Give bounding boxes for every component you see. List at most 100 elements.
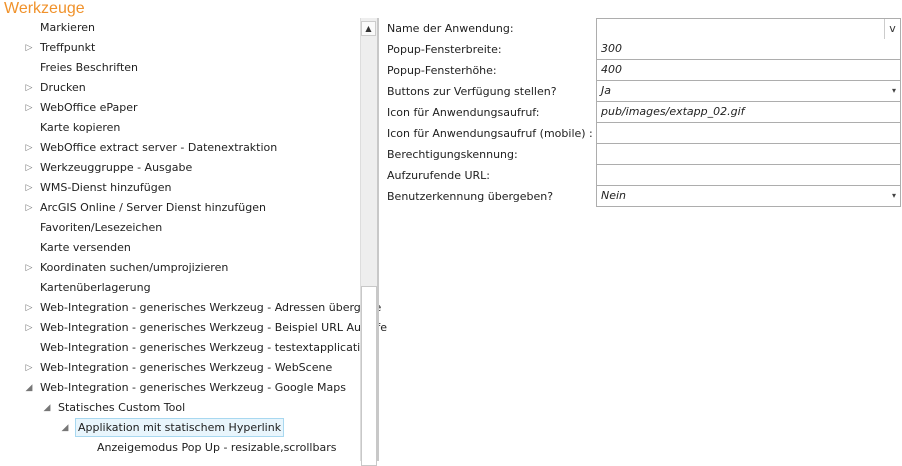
select-field[interactable]: Ja ▾: [596, 81, 901, 102]
field-label: Buttons zur Verfügung stellen?: [387, 85, 557, 98]
properties-form: Name der Anwendung: v Popup-Fensterbreite:…: [380, 18, 901, 207]
field-value: 300: [601, 42, 622, 55]
tree-item[interactable]: Favoriten/Lesezeichen: [0, 218, 360, 238]
form-row: Popup-Fensterbreite: 300: [380, 39, 901, 60]
tree-item[interactable]: Karte versenden: [0, 238, 360, 258]
tree-item-label: Koordinaten suchen/umprojizieren: [40, 261, 229, 274]
field-label: Icon für Anwendungsaufruf:: [387, 106, 540, 119]
tree-item[interactable]: Kartenüberlagerung: [0, 278, 360, 298]
field-value: pub/images/extapp_02.gif: [601, 105, 745, 118]
tree-item-label: Web-Integration - generisches Werkzeug -…: [40, 301, 382, 314]
expand-arrow-icon[interactable]: ▷: [24, 98, 34, 118]
tree-item[interactable]: ▷ Koordinaten suchen/umprojizieren: [0, 258, 360, 278]
tree-item-label: Web-Integration - generisches Werkzeug -…: [40, 361, 333, 374]
tree-item[interactable]: ▷ WebOffice extract server - Datenextrakt…: [0, 138, 360, 158]
form-row: Popup-Fensterhöhe: 400: [380, 60, 901, 81]
tree-item-label: Favoriten/Lesezeichen: [40, 221, 163, 234]
input-field[interactable]: 300: [596, 39, 901, 60]
tree-item[interactable]: Web-Integration - generisches Werkzeug -…: [0, 338, 374, 358]
field-label: Benutzerkennung übergeben?: [387, 190, 554, 203]
expand-arrow-icon[interactable]: ▷: [24, 358, 34, 378]
tree-item[interactable]: ▷ WMS-Dienst hinzufügen: [0, 178, 360, 198]
tree-item[interactable]: ◢ Statisches Custom Tool: [0, 398, 360, 418]
input-field[interactable]: 400: [596, 60, 901, 81]
field-label: Berechtigungskennung:: [387, 148, 518, 161]
tree-item-label: Karte versenden: [40, 241, 131, 254]
tree-item-label: Web-Integration - generisches Werkzeug -…: [40, 321, 387, 334]
expand-arrow-icon[interactable]: ▷: [24, 298, 34, 318]
field-label: Aufzurufende URL:: [387, 169, 490, 182]
tree-item-label: Statisches Custom Tool: [58, 401, 186, 414]
field-label: Popup-Fensterhöhe:: [387, 64, 497, 77]
tree-item[interactable]: ▷ Web-Integration - generisches Werkzeug …: [0, 298, 382, 318]
tree-item-label: Web-Integration - generisches Werkzeug -…: [40, 381, 346, 394]
tool-tree: Markieren ▷ Treffpunkt Freies Beschriften ▷ D…: [0, 18, 387, 461]
field-label: Popup-Fensterbreite:: [387, 43, 502, 56]
tree-item[interactable]: ▷ WebOffice ePaper: [0, 98, 360, 118]
input-field[interactable]: v: [596, 18, 901, 40]
input-field[interactable]: [596, 144, 901, 165]
field-value: Nein: [601, 189, 627, 202]
tree-item[interactable]: ▷ ArcGIS Online / Server Dienst hinzufüge…: [0, 198, 360, 218]
tree-item[interactable]: Markieren: [0, 18, 360, 38]
form-row: Benutzerkennung übergeben? Nein ▾: [380, 186, 901, 207]
form-row: Icon für Anwendungsaufruf: pub/images/ext…: [380, 102, 901, 123]
scroll-up-button[interactable]: ▲: [361, 21, 376, 36]
tree-item[interactable]: ▷ Web-Integration - generisches Werkzeug …: [0, 358, 360, 378]
input-field[interactable]: [596, 123, 901, 144]
field-value: 400: [601, 63, 622, 76]
tree-item-label: Treffpunkt: [40, 41, 96, 54]
input-field[interactable]: pub/images/extapp_02.gif: [596, 102, 901, 123]
tree-item[interactable]: ▷ Treffpunkt: [0, 38, 360, 58]
expand-arrow-icon[interactable]: ▷: [24, 198, 34, 218]
dropdown-arrow-icon[interactable]: ▾: [892, 186, 896, 206]
form-row: Name der Anwendung: v: [380, 18, 901, 40]
tree-item[interactable]: ▷ Drucken: [0, 78, 360, 98]
tree-item-label: ArcGIS Online / Server Dienst hinzufügen: [40, 201, 266, 214]
scroll-thumb[interactable]: [361, 286, 377, 466]
form-row: Berechtigungskennung:: [380, 144, 901, 165]
tree-item[interactable]: ▷ Werkzeuggruppe - Ausgabe: [0, 158, 360, 178]
picker-button[interactable]: v: [884, 19, 900, 39]
expand-arrow-icon[interactable]: ▷: [24, 258, 34, 278]
tree-scrollbar[interactable]: ▲: [360, 18, 377, 466]
tree-item-label: Kartenüberlagerung: [40, 281, 151, 294]
expand-arrow-icon[interactable]: ▷: [24, 158, 34, 178]
tree-item-label: Werkzeuggruppe - Ausgabe: [40, 161, 193, 174]
tree-item-label: Web-Integration - generisches Werkzeug -…: [40, 341, 374, 354]
expand-arrow-icon[interactable]: ▷: [24, 138, 34, 158]
panel-title: Werkzeuge: [4, 0, 85, 17]
tree-item[interactable]: Anzeigemodus Pop Up - resizable,scrollba…: [0, 438, 360, 458]
expand-arrow-icon[interactable]: ▷: [24, 318, 34, 338]
field-label: Name der Anwendung:: [387, 22, 514, 35]
tree-item[interactable]: ◢ Web-Integration - generisches Werkzeug …: [0, 378, 360, 398]
expand-arrow-icon[interactable]: ▷: [24, 78, 34, 98]
tree-item[interactable]: ▷ Web-Integration - generisches Werkzeug …: [0, 318, 387, 338]
tree-item-label: Anzeigemodus Pop Up - resizable,scrollba…: [97, 441, 337, 454]
tree-item-label: WebOffice extract server - Datenextrakti…: [40, 141, 278, 154]
field-label: Icon für Anwendungsaufruf (mobile) :: [387, 127, 593, 140]
expand-arrow-icon[interactable]: ▷: [24, 178, 34, 198]
field-value: Ja: [601, 84, 611, 97]
tree-item-label: WebOffice ePaper: [40, 101, 138, 114]
tree-item-label: Markieren: [40, 21, 95, 34]
tree-item-label: Applikation mit statischem Hyperlink: [75, 418, 285, 437]
collapse-arrow-icon[interactable]: ◢: [42, 398, 52, 418]
form-row: Icon für Anwendungsaufruf (mobile) :: [380, 123, 901, 144]
tree-item[interactable]: Karte kopieren: [0, 118, 360, 138]
collapse-arrow-icon[interactable]: ◢: [60, 418, 70, 438]
select-field[interactable]: Nein ▾: [596, 186, 901, 207]
form-row: Buttons zur Verfügung stellen? Ja ▾: [380, 81, 901, 102]
tree-item-label: Karte kopieren: [40, 121, 121, 134]
tree-item-label: WMS-Dienst hinzufügen: [40, 181, 172, 194]
tree-item-label: Freies Beschriften: [40, 61, 139, 74]
form-row: Aufzurufende URL:: [380, 165, 901, 186]
expand-arrow-icon[interactable]: ▷: [24, 38, 34, 58]
input-field[interactable]: [596, 165, 901, 186]
splitter[interactable]: [377, 18, 379, 461]
tree-item-label: Drucken: [40, 81, 86, 94]
tree-item[interactable]: Freies Beschriften: [0, 58, 360, 78]
collapse-arrow-icon[interactable]: ◢: [24, 378, 34, 398]
tree-item[interactable]: ◢ Applikation mit statischem Hyperlink: [0, 418, 360, 438]
dropdown-arrow-icon[interactable]: ▾: [892, 81, 896, 101]
